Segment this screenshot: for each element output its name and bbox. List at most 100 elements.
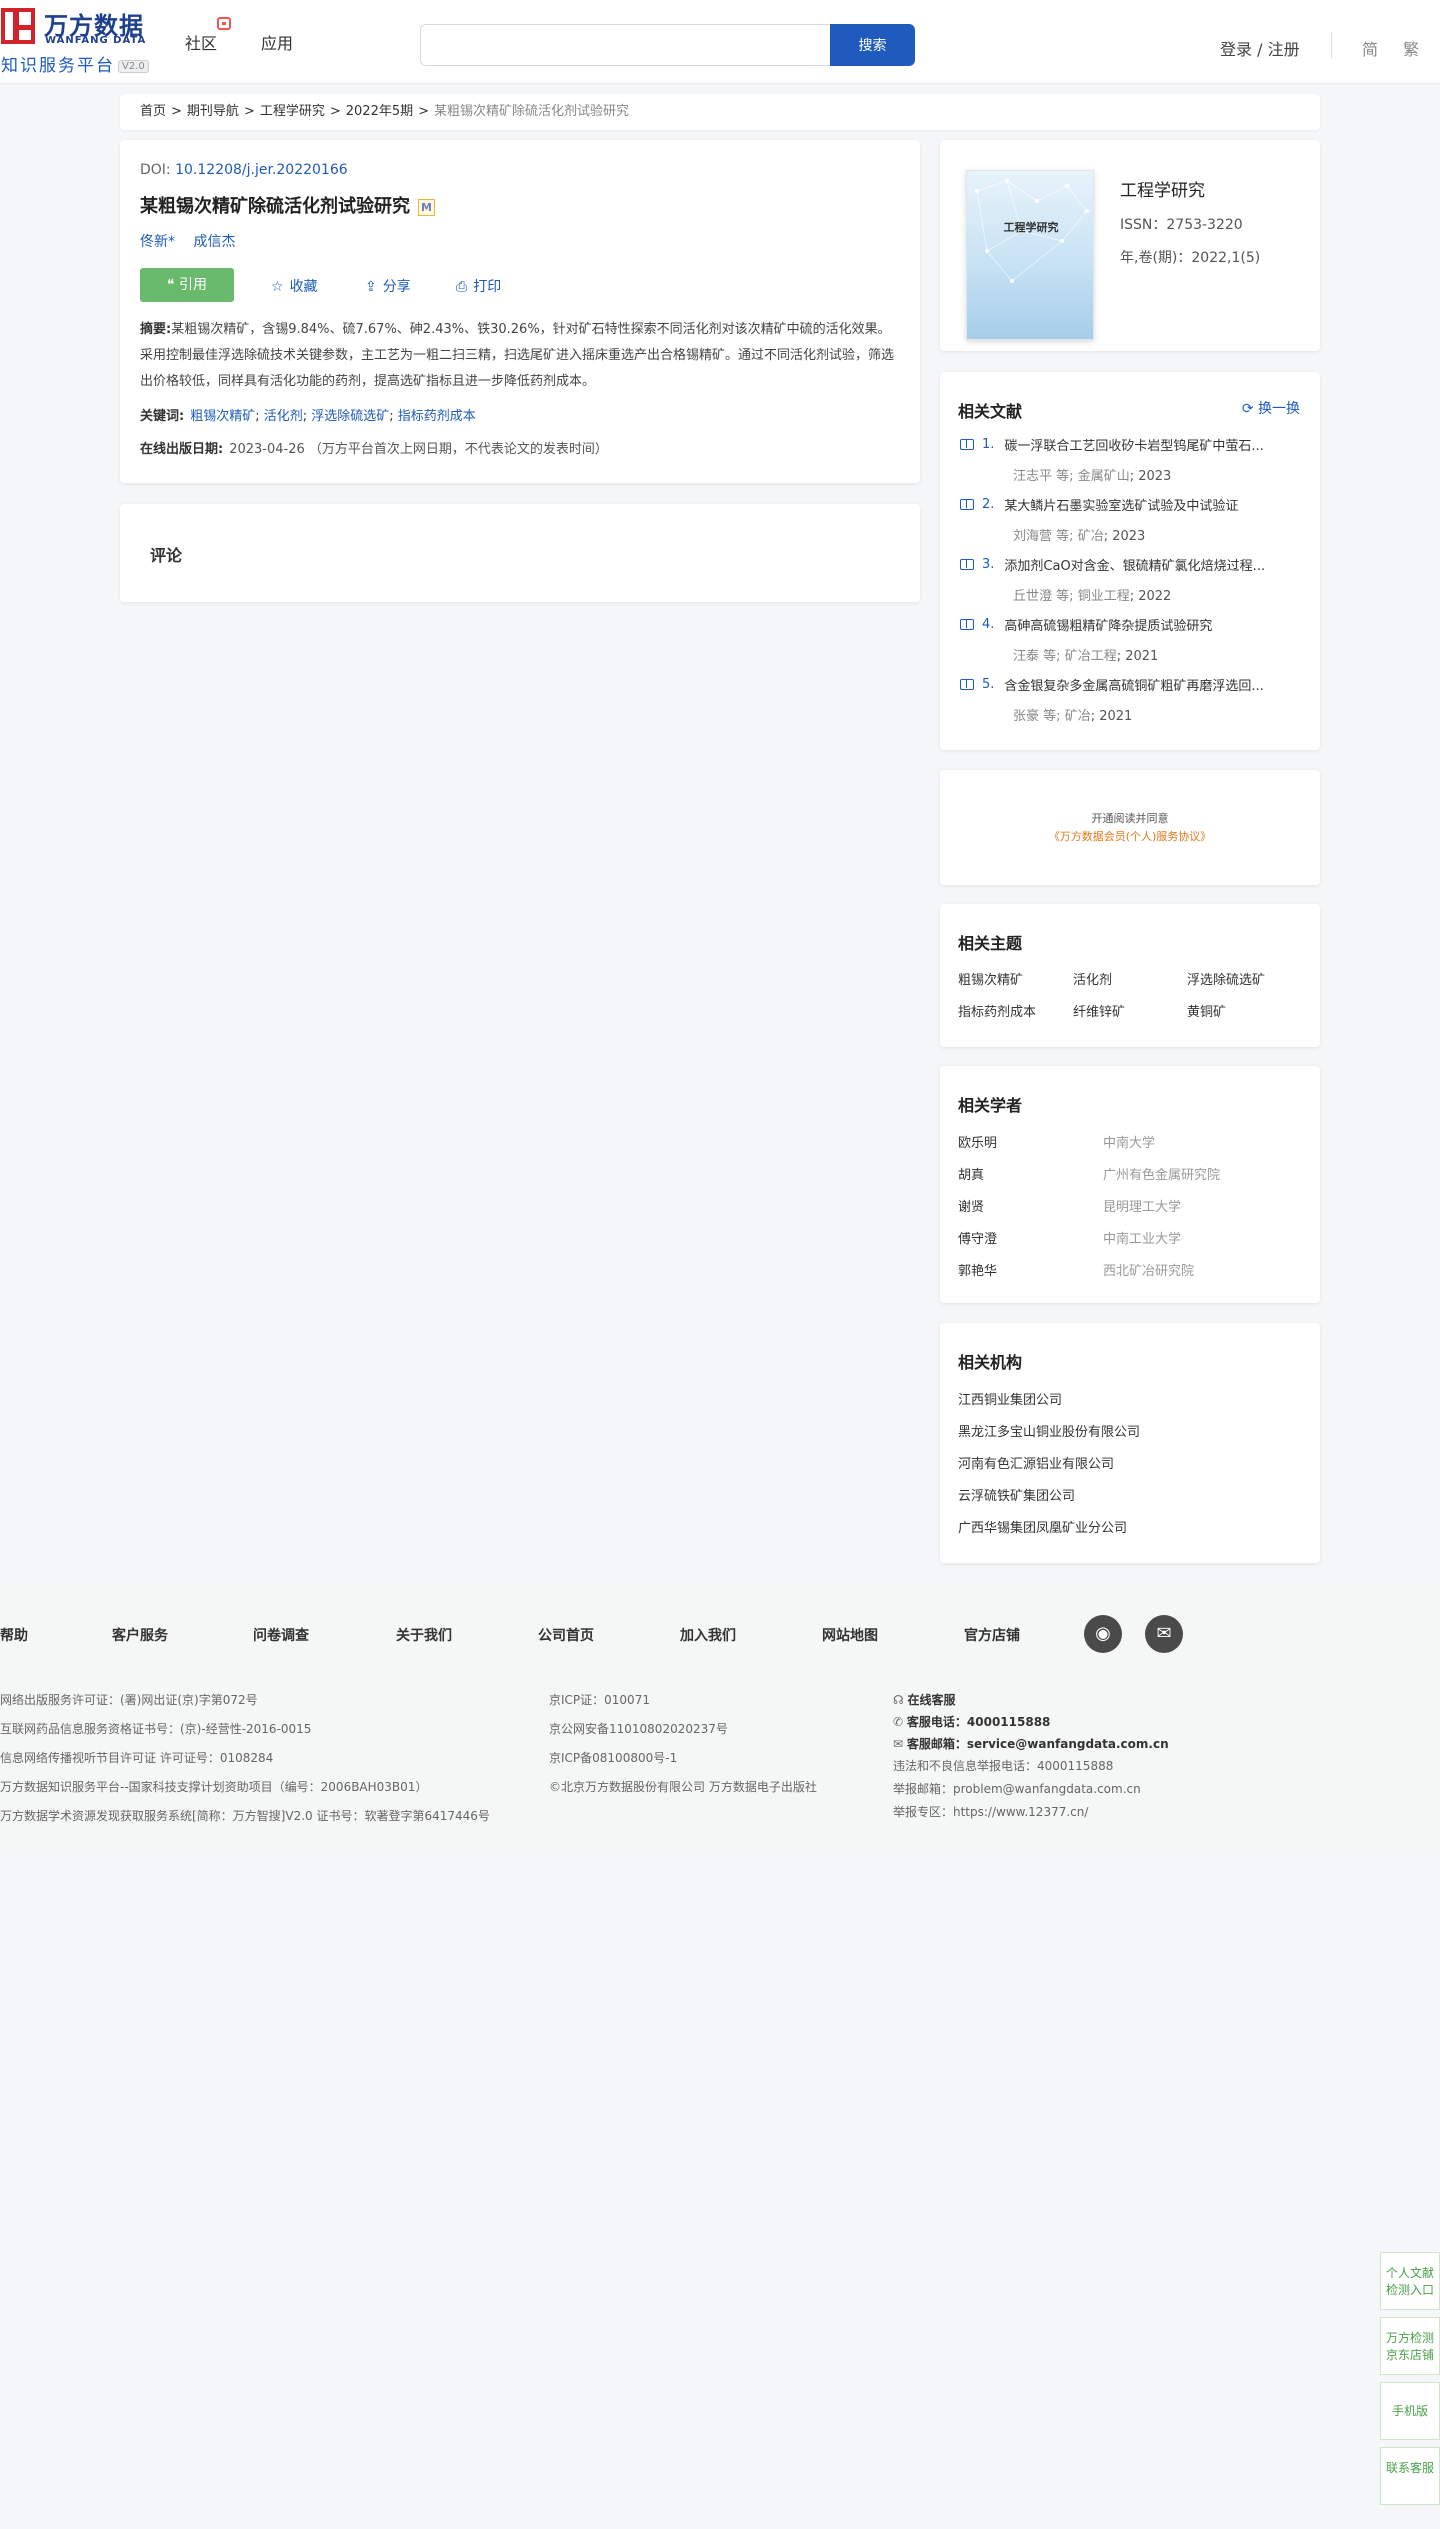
footer-link-sitemap[interactable]: 网站地图 [822,1625,878,1645]
doi-link[interactable]: 10.12208/j.jer.20220166 [175,162,348,178]
abstract: 摘要:某粗锡次精矿，含锡9.84%、硫7.67%、砷2.43%、铁30.26%，… [140,322,895,389]
topic-link[interactable]: 黄铜矿 [1187,1001,1226,1020]
refresh-button[interactable]: ⟳ 换一换 [1242,398,1300,418]
favorite-button[interactable]: ☆ 收藏 [271,276,318,296]
related-institutions-title: 相关机构 [958,1353,1023,1372]
footer-license: 万方数据学术资源发现获取服务系统[简称：万方智搜]V2.0 证书号：软著登字第6… [0,1809,490,1823]
scholar-org: 中南大学 [1103,1136,1156,1151]
topic-link[interactable]: 纤维锌矿 [1073,1001,1125,1020]
institution-link[interactable]: 云浮硫铁矿集团公司 [958,1485,1075,1504]
logo-subtitle: 知识服务平台 V2.0 [1,51,149,76]
breadcrumb-issue[interactable]: 2022年5期 [346,104,413,119]
doi: DOI: 10.12208/j.jer.20220166 [140,162,348,178]
footer-link-about[interactable]: 关于我们 [396,1625,452,1645]
topic-link[interactable]: 指标药剂成本 [958,1001,1036,1020]
footer-link-help[interactable]: 帮助 [0,1625,28,1645]
metadata-badge-icon: M [418,198,435,216]
related-doc-item[interactable]: 5. 含金银复杂多金属高硫铜矿粗矿再磨浮选回... [960,675,1300,694]
footer-link-survey[interactable]: 问卷调查 [253,1625,309,1645]
author-link[interactable]: 成信杰 [193,234,235,250]
report-site: 举报专区：https://www.12377.cn/ [893,1805,1089,1819]
journal-cover[interactable]: 工程学研究 [966,170,1094,340]
mail-icon: ✉ [893,1737,907,1751]
service-phone: ✆ 客服电话：4000115888 [893,1715,1051,1729]
headset-icon: ☊ [893,1693,908,1707]
footer-link-store[interactable]: 官方店铺 [964,1625,1020,1645]
keyword-link[interactable]: 指标药剂成本 [398,409,476,424]
weibo-icon[interactable]: ◉ [1084,1615,1122,1653]
keyword-link[interactable]: 粗锡次精矿 [190,409,255,424]
related-doc-item[interactable]: 3. 添加剂CaO对含金、银硫精矿氯化焙烧过程... [960,555,1300,574]
book-icon [960,679,974,690]
institution-link[interactable]: 江西铜业集团公司 [958,1389,1062,1408]
topic-link[interactable]: 浮选除硫选矿 [1187,969,1265,988]
scholar-name[interactable]: 郭艳华 [958,1260,997,1279]
float-tab-plagiarism[interactable]: 个人文献检测入口 [1380,2252,1440,2310]
institution-link[interactable]: 黑龙江多宝山铜业股份有限公司 [958,1421,1140,1440]
comment-title: 评论 [150,546,183,565]
float-tab-jd-store[interactable]: 万方检测京东店铺 [1380,2317,1440,2375]
membership-notice-card: 开通阅读并同意 《万方数据会员(个人)服务协议》 [940,770,1320,885]
institution-link[interactable]: 广西华锡集团凤凰矿业分公司 [958,1517,1127,1536]
cite-button[interactable]: ❝ 引用 [140,268,234,302]
lang-simplified[interactable]: 简 [1362,36,1378,60]
footer-link-company[interactable]: 公司首页 [538,1625,594,1645]
related-doc-item[interactable]: 2. 某大鳞片石墨实验室选矿试验及中试验证 [960,495,1300,514]
institution-link[interactable]: 河南有色汇源铝业有限公司 [958,1453,1114,1472]
scholar-org: 西北矿冶研究院 [1103,1264,1195,1279]
cover-network-graphic [975,179,1089,283]
related-doc-item[interactable]: 4. 高砷高硫锡粗精矿降杂提质试验研究 [960,615,1300,634]
footer-link-join[interactable]: 加入我们 [680,1625,736,1645]
journal-volume: 年,卷(期)：2022,1(5) [1120,250,1261,266]
topic-link[interactable]: 活化剂 [1073,969,1112,988]
related-doc-meta: 汪泰 等; 矿冶工程; 2021 [1013,649,1159,664]
report-mail: 举报邮箱：problem@wanfangdata.com.cn [893,1782,1141,1796]
scholar-name[interactable]: 胡真 [958,1164,984,1183]
author-link[interactable]: 佟新* [140,234,175,250]
related-doc-meta: 丘世澄 等; 铜业工程; 2022 [1013,589,1172,604]
related-docs-title: 相关文献 [958,402,1023,421]
lang-traditional[interactable]: 繁 [1403,36,1419,60]
search-button[interactable]: 搜索 [830,24,915,66]
book-icon [960,439,974,450]
keyword-link[interactable]: 活化剂 [264,409,303,424]
quote-icon: ❝ [167,277,179,293]
journal-name[interactable]: 工程学研究 [1120,176,1205,201]
login-register-link[interactable]: 登录 / 注册 [1220,36,1300,60]
service-agreement-link[interactable]: 《万方数据会员(个人)服务协议》 [940,828,1320,844]
breadcrumb-journal[interactable]: 工程学研究 [260,104,325,119]
print-button[interactable]: ⎙ 打印 [456,276,501,296]
scholar-name[interactable]: 谢贤 [958,1196,984,1215]
related-doc-item[interactable]: 1. 碳一浮联合工艺回收矽卡岩型钨尾矿中萤石... [960,435,1300,454]
logo-en: WANFANG DATA [45,35,147,46]
logo-version: V2.0 [118,59,149,73]
share-button[interactable]: ⇪ 分享 [365,276,411,296]
breadcrumb: 首页 > 期刊导航 > 工程学研究 >2022年5期 > 某粗锡次精矿除硫活化剂试验研究 [120,94,1320,130]
footer-license: 万方数据知识服务平台--国家科技支撑计划资助项目（编号：2006BAH03B01… [0,1780,428,1794]
float-tab-mobile[interactable]: 手机版 [1380,2382,1440,2440]
footer-license: 网络出版服务许可证：(署)网出证(京)字第072号 [0,1693,258,1707]
related-institutions-card: 相关机构 江西铜业集团公司 黑龙江多宝山铜业股份有限公司 河南有色汇源铝业有限公… [940,1323,1320,1563]
wechat-icon[interactable]: ✉ [1145,1615,1183,1653]
nav-community[interactable]: 社区 [185,30,217,54]
related-doc-meta: 汪志平 等; 金属矿山; 2023 [1013,469,1172,484]
cover-title: 工程学研究 [1003,221,1059,234]
site-logo[interactable]: 万方数据 WANFANG DATA 知识服务平台 V2.0 [0,8,155,76]
footer-link-service[interactable]: 客户服务 [112,1625,168,1645]
scholar-org: 昆明理工大学 [1103,1200,1182,1215]
breadcrumb-home[interactable]: 首页 [140,104,166,119]
search-input[interactable] [420,24,830,66]
related-topics-title: 相关主题 [958,934,1023,953]
online-service-link[interactable]: ☊ 在线客服 [893,1691,956,1708]
scholar-name[interactable]: 傅守澄 [958,1228,997,1247]
float-tab-contact[interactable]: 联系客服 [1380,2447,1440,2505]
keyword-link[interactable]: 浮选除硫选矿 [311,409,389,424]
topic-link[interactable]: 粗锡次精矿 [958,969,1023,988]
journal-card: 工程学研究 工程学研究 ISSN：2753-3220 年,卷(期)：2022,1… [940,140,1320,351]
book-icon [960,619,974,630]
share-icon: ⇪ [365,279,377,295]
scholar-name[interactable]: 欧乐明 [958,1132,997,1151]
nav-apps[interactable]: 应用 [261,30,293,54]
related-topics-card: 相关主题 粗锡次精矿 活化剂 浮选除硫选矿 指标药剂成本 纤维锌矿 黄铜矿 [940,904,1320,1047]
breadcrumb-journal-nav[interactable]: 期刊导航 [187,104,239,119]
